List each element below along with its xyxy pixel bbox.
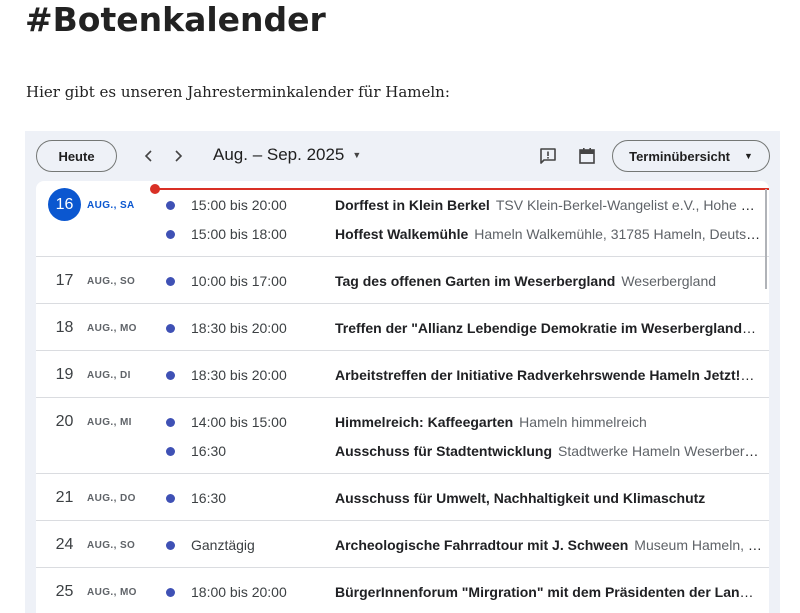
event-time: 15:00 bis 18:00	[191, 226, 287, 242]
agenda-event[interactable]: 18:30 bis 20:00 Arbeitstreffen der Initia…	[36, 365, 769, 385]
agenda-day-row: 19 AUG., DI 18:30 bis 20:00 Arbeitstreffen …	[36, 351, 769, 398]
event-title: Dorffest in Klein Berkel	[335, 197, 490, 213]
today-button[interactable]: Heute	[36, 140, 117, 172]
event-color-dot	[166, 277, 175, 286]
event-text: BürgerInnenforum "Mirgration" mit dem Pr…	[335, 584, 762, 600]
event-title: Arbeitstreffen der Initiative Radverkehr…	[335, 367, 741, 383]
event-location: Hameln Walkemühle, 31785 Hameln, Deutsch…	[474, 226, 762, 242]
page-title: #Botenkalender	[25, 0, 326, 39]
next-period-button[interactable]	[166, 144, 190, 168]
calendar-icon	[579, 148, 595, 164]
event-text: Ausschuss für Umwelt, Nachhaltigkeit und…	[335, 490, 762, 506]
scrollbar[interactable]	[765, 189, 767, 289]
event-title: Ausschuss für Stadtentwicklung	[335, 443, 553, 459]
event-location: TSV Klein-Berkel-Wangelist e.V., Hohe Li…	[495, 197, 762, 213]
event-title: BürgerInnenforum "Mirgration" mit dem Pr…	[335, 584, 762, 600]
view-mode-dropdown[interactable]: Terminübersicht ▼	[612, 140, 770, 172]
event-color-dot	[166, 447, 175, 456]
event-title: Treffen der "Allianz Lebendige Demokrati…	[335, 320, 749, 336]
agenda-event[interactable]: 15:00 bis 20:00 Dorffest in Klein Berkel T…	[36, 195, 769, 215]
agenda-day-row: 25 AUG., MO 18:00 bis 20:00 BürgerInnenforu…	[36, 568, 769, 613]
chevron-right-icon	[175, 150, 183, 162]
event-time: 14:00 bis 15:00	[191, 414, 287, 430]
event-time: 18:30 bis 20:00	[191, 320, 287, 336]
feedback-icon	[540, 148, 556, 164]
agenda-day-row: 17 AUG., SO 10:00 bis 17:00 Tag des offenen…	[36, 257, 769, 304]
event-color-dot	[166, 588, 175, 597]
event-time: 15:00 bis 20:00	[191, 197, 287, 213]
event-location: Museum Hameln, Osterstr...	[634, 537, 762, 553]
event-location: Hameln himmelreich	[519, 414, 647, 430]
event-color-dot	[166, 371, 175, 380]
intro-text: Hier gibt es unseren Jahresterminkalende…	[26, 83, 450, 101]
event-time: 16:30	[191, 443, 227, 459]
view-mode-label: Terminübersicht	[629, 148, 730, 164]
agenda-day-row: 18 AUG., MO 18:30 bis 20:00 Treffen der "Al…	[36, 304, 769, 351]
calendar-view-button[interactable]	[576, 145, 598, 167]
event-color-dot	[166, 324, 175, 333]
agenda-list: 16 AUG., SA 15:00 bis 20:00 Dorffest in Kle…	[36, 181, 769, 613]
agenda-event[interactable]: 16:30 Ausschuss für Umwelt, Nachhaltigkei…	[36, 488, 769, 508]
event-title: Archeologische Fahrradtour mit J. Schwee…	[335, 537, 629, 553]
event-text: Ausschuss für Stadtentwicklung Stadtwerke…	[335, 443, 762, 459]
event-title: Ausschuss für Umwelt, Nachhaltigkeit und…	[335, 490, 706, 506]
agenda-event[interactable]: Ganztägig Archeologische Fahrradtour mit …	[36, 535, 769, 555]
event-time: 16:30	[191, 490, 227, 506]
caret-down-icon: ▼	[743, 151, 753, 161]
event-text: Arbeitstreffen der Initiative Radverkehr…	[335, 367, 762, 383]
event-text: Archeologische Fahrradtour mit J. Schwee…	[335, 537, 762, 553]
event-text: Tag des offenen Garten im Weserbergland W…	[335, 273, 762, 289]
caret-down-icon: ▼	[352, 150, 362, 160]
agenda-day-row: 21 AUG., DO 16:30 Ausschuss für Umwelt, Nac…	[36, 474, 769, 521]
event-title: Himmelreich: Kaffeegarten	[335, 414, 514, 430]
agenda-event[interactable]: 15:00 bis 18:00 Hoffest Walkemühle Hameln …	[36, 224, 769, 244]
event-color-dot	[166, 201, 175, 210]
calendar-toolbar: Heute Aug. – Sep. 2025 ▼ Terminübersicht…	[25, 131, 780, 181]
event-time: 10:00 bis 17:00	[191, 273, 287, 289]
agenda-day-row: 20 AUG., MI 14:00 bis 15:00 Himmelreich: Ka…	[36, 398, 769, 474]
event-title: Tag des offenen Garten im Weserbergland	[335, 273, 616, 289]
agenda-event[interactable]: 10:00 bis 17:00 Tag des offenen Garten im…	[36, 271, 769, 291]
agenda-day-row: 16 AUG., SA 15:00 bis 20:00 Dorffest in Kle…	[36, 181, 769, 257]
agenda-day-row: 24 AUG., SO Ganztägig Archeologische Fahrra…	[36, 521, 769, 568]
event-color-dot	[166, 541, 175, 550]
event-time: 18:30 bis 20:00	[191, 367, 287, 383]
event-location: Weserbergland	[621, 273, 717, 289]
date-range-label: Aug. – Sep. 2025	[213, 145, 345, 164]
event-color-dot	[166, 494, 175, 503]
event-color-dot	[166, 418, 175, 427]
event-title: Hoffest Walkemühle	[335, 226, 469, 242]
date-range-dropdown[interactable]: Aug. – Sep. 2025 ▼	[213, 145, 361, 165]
prev-period-button[interactable]	[137, 144, 161, 168]
agenda-event[interactable]: 16:30 Ausschuss für Stadtentwicklung Stadt…	[36, 441, 769, 461]
agenda-event[interactable]: 18:00 bis 20:00 BürgerInnenforum "Mirgrat…	[36, 582, 769, 602]
current-time-line	[155, 188, 769, 190]
event-time: 18:00 bis 20:00	[191, 584, 287, 600]
agenda-event[interactable]: 14:00 bis 15:00 Himmelreich: Kaffeegarten…	[36, 412, 769, 432]
event-color-dot	[166, 230, 175, 239]
event-text: Hoffest Walkemühle Hameln Walkemühle, 317…	[335, 226, 762, 242]
feedback-button[interactable]	[537, 145, 559, 167]
calendar-embed: Heute Aug. – Sep. 2025 ▼ Terminübersicht…	[25, 131, 780, 613]
agenda-event[interactable]: 18:30 bis 20:00 Treffen der "Allianz Lebe…	[36, 318, 769, 338]
event-text: Himmelreich: Kaffeegarten Hameln himmelre…	[335, 414, 762, 430]
chevron-left-icon	[144, 150, 152, 162]
event-location: Stadtwerke Hameln Weserbergland G...	[558, 443, 762, 459]
event-text: Dorffest in Klein Berkel TSV Klein-Berkel…	[335, 197, 762, 213]
current-time-dot	[150, 184, 160, 194]
event-time: Ganztägig	[191, 537, 255, 553]
event-text: Treffen der "Allianz Lebendige Demokrati…	[335, 320, 762, 336]
